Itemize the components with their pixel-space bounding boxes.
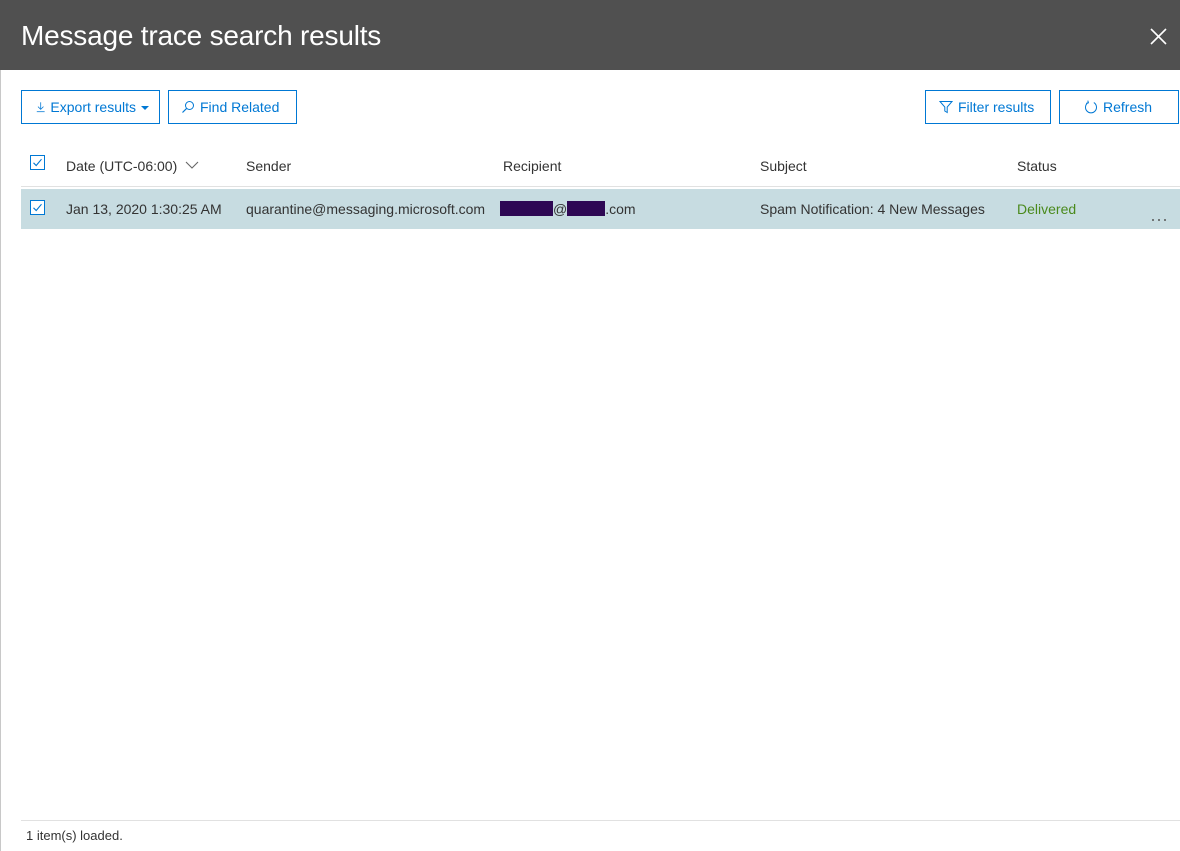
- refresh-button[interactable]: Refresh: [1059, 90, 1179, 124]
- close-button[interactable]: [1144, 22, 1172, 50]
- filter-icon: [939, 101, 953, 114]
- export-results-button[interactable]: Export results: [21, 90, 160, 124]
- chevron-down-icon: [185, 161, 199, 169]
- search-icon: [182, 101, 194, 113]
- checkmark-icon: [33, 158, 42, 167]
- column-header-sender[interactable]: Sender: [246, 156, 291, 176]
- row-sender: quarantine@messaging.microsoft.com: [246, 201, 486, 217]
- footer-divider: [21, 820, 1180, 821]
- more-icon: [1152, 219, 1166, 221]
- refresh-label: Refresh: [1103, 99, 1153, 115]
- row-date: Jan 13, 2020 1:30:25 AM: [66, 201, 222, 217]
- panel-header: Message trace search results: [0, 0, 1180, 70]
- checkmark-icon: [33, 203, 42, 212]
- caret-down-icon: [141, 106, 149, 110]
- row-checkbox[interactable]: [30, 200, 45, 215]
- page-title: Message trace search results: [21, 20, 382, 51]
- redacted-block: [567, 201, 606, 216]
- redacted-block: [500, 201, 553, 216]
- recipient-at: @: [553, 201, 568, 217]
- filter-results-button[interactable]: Filter results: [925, 90, 1051, 124]
- panel-frame: [0, 0, 1180, 851]
- items-loaded-status: 1 item(s) loaded.: [26, 828, 123, 843]
- close-icon: [1150, 28, 1167, 45]
- column-header-date[interactable]: Date (UTC-06:00): [66, 156, 199, 176]
- row-subject: Spam Notification: 4 New Messages: [760, 201, 985, 217]
- export-results-label: Export results: [50, 99, 136, 115]
- find-related-label: Find Related: [200, 99, 280, 115]
- recipient-suffix: .com: [605, 201, 636, 217]
- column-header-recipient[interactable]: Recipient: [503, 156, 561, 176]
- row-recipient: @ .com: [500, 199, 636, 219]
- download-icon: [36, 102, 45, 113]
- row-status-badge: Delivered: [1017, 201, 1077, 217]
- filter-results-label: Filter results: [958, 99, 1035, 115]
- header-divider: [21, 186, 1180, 187]
- column-header-date-label: Date (UTC-06:00): [66, 158, 178, 174]
- column-header-subject[interactable]: Subject: [760, 156, 807, 176]
- more-options-button[interactable]: [1151, 209, 1167, 221]
- refresh-icon: [1085, 100, 1097, 114]
- find-related-button[interactable]: Find Related: [168, 90, 297, 124]
- column-header-status[interactable]: Status: [1017, 156, 1057, 176]
- select-all-checkbox[interactable]: [30, 155, 45, 170]
